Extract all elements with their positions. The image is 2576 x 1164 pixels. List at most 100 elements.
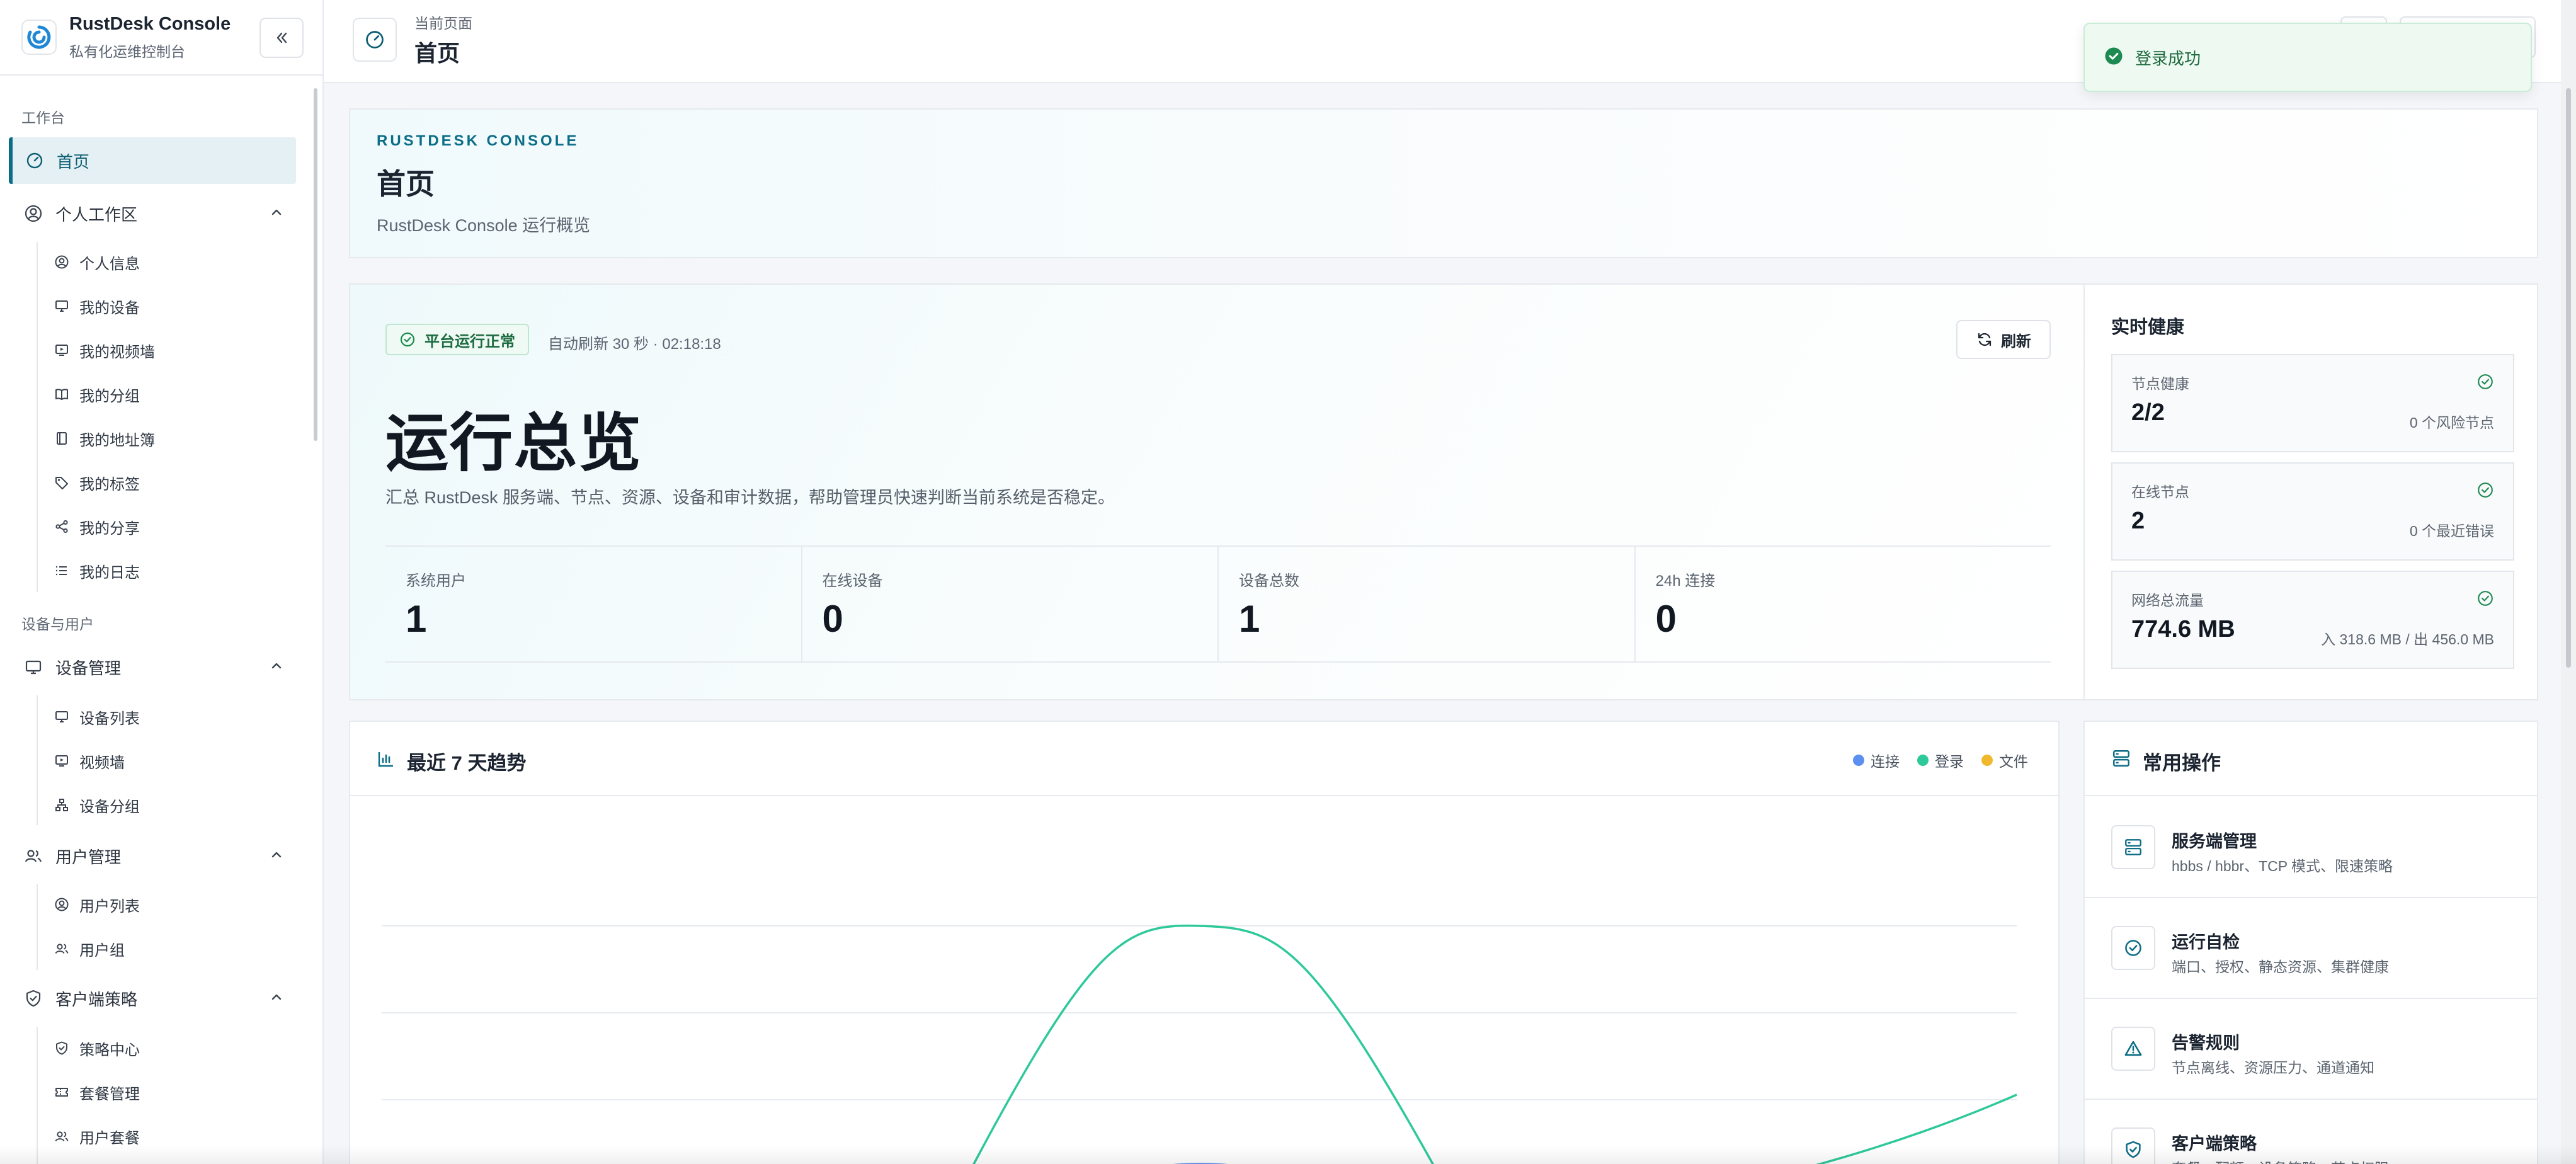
brand-header: RustDesk Console 私有化运维控制台 — [0, 0, 322, 76]
stat-value: 1 — [406, 598, 427, 640]
trend-header: 最近 7 天趋势 连接 登录 文件 — [350, 722, 2058, 796]
legend-label: 连接 — [1871, 753, 1900, 770]
sub-item-policy-center[interactable]: 策略中心 — [53, 1029, 140, 1067]
legend-item-connections[interactable]: 连接 — [1853, 750, 1900, 771]
nav-item-home[interactable]: 首页 — [9, 137, 296, 184]
sub-item-device-list[interactable]: 设备列表 — [53, 698, 140, 736]
sub-item-profile[interactable]: 个人信息 — [53, 243, 140, 281]
server-icon — [2111, 825, 2155, 869]
page-scrollbar[interactable] — [2561, 0, 2576, 1164]
sub-item-my-shares[interactable]: 我的分享 — [53, 508, 140, 545]
nav-group-client-policy[interactable]: 客户端策略 — [9, 975, 296, 1022]
check-circle-icon — [399, 331, 416, 348]
quick-actions-title: 常用操作 — [2143, 752, 2221, 774]
shield-check-icon — [53, 1039, 71, 1057]
users-icon — [53, 1127, 71, 1145]
sub-item-label: 视频墙 — [79, 754, 125, 772]
action-client-policy[interactable]: 客户端策略 套餐、配额、设备策略、节点权限 — [2085, 1100, 2537, 1164]
brand-title: RustDesk Console — [69, 13, 231, 34]
user-circle-icon — [53, 896, 71, 913]
chart-legend: 连接 登录 文件 — [1835, 750, 2028, 771]
sub-item-label: 我的标签 — [79, 476, 140, 493]
legend-item-files[interactable]: 文件 — [1981, 750, 2028, 771]
sub-item-my-addressbook[interactable]: 我的地址簿 — [53, 419, 155, 457]
series-line-logins-tail — [1816, 1093, 2017, 1164]
success-toast: 登录成功 — [2083, 23, 2532, 92]
sub-item-user-packages[interactable]: 用户套餐 — [53, 1117, 140, 1155]
legend-swatch — [1853, 755, 1864, 766]
sidebar-scrollbar[interactable] — [314, 88, 317, 441]
overview-panel: 平台运行正常 自动刷新 30 秒 · 02:18:18 刷新 运行总览 汇总 R… — [349, 283, 2085, 700]
sub-item-videowall[interactable]: 视频墙 — [53, 742, 125, 780]
sub-item-user-list[interactable]: 用户列表 — [53, 886, 140, 923]
action-name: 运行自检 — [2172, 933, 2240, 952]
overview-description: 汇总 RustDesk 服务端、节点、资源、设备和审计数据，帮助管理员快速判断当… — [385, 488, 1115, 507]
series-line-logins — [972, 924, 1434, 1164]
action-description: hbbs / hbbr、TCP 模式、限速策略 — [2172, 858, 2393, 874]
sub-item-my-tags[interactable]: 我的标签 — [53, 464, 140, 501]
health-note: 0 个最近错误 — [2409, 523, 2494, 539]
sub-item-label: 个人信息 — [79, 255, 140, 273]
sub-item-label: 设备列表 — [79, 710, 140, 728]
action-description: 端口、授权、静态资源、集群健康 — [2172, 959, 2389, 975]
sub-item-label: 我的地址簿 — [79, 431, 155, 449]
nav-group-user-mgmt[interactable]: 用户管理 — [9, 833, 296, 879]
check-circle-icon — [2476, 590, 2494, 607]
status-badge: 平台运行正常 — [385, 324, 529, 355]
submenu-guide-line — [37, 884, 38, 970]
brand-subtitle: 私有化运维控制台 — [69, 43, 185, 60]
sub-item-my-logs[interactable]: 我的日志 — [53, 552, 140, 590]
check-circle-icon — [2476, 481, 2494, 499]
chevron-up-icon — [271, 994, 282, 1000]
stat-label: 在线设备 — [822, 573, 883, 590]
sub-item-label: 用户组 — [79, 942, 125, 959]
trend-line-chart — [382, 924, 2017, 1164]
overview-title: 运行总览 — [385, 408, 642, 479]
refresh-button[interactable]: 刷新 — [1956, 320, 2051, 359]
nav-group-personal[interactable]: 个人工作区 — [9, 190, 296, 237]
address-book-icon — [53, 430, 71, 447]
shield-check-icon — [2111, 1127, 2155, 1164]
sub-item-label: 我的视频墙 — [79, 343, 155, 361]
sub-item-my-groups[interactable]: 我的分组 — [53, 375, 140, 413]
sub-item-label: 用户列表 — [79, 898, 140, 915]
action-server-mgmt[interactable]: 服务端管理 hbbs / hbbr、TCP 模式、限速策略 — [2085, 797, 2537, 898]
sub-item-label: 我的设备 — [79, 299, 140, 317]
legend-item-logins[interactable]: 登录 — [1917, 750, 1964, 771]
users-icon — [23, 845, 44, 867]
sub-item-label: 我的日志 — [79, 564, 140, 581]
user-circle-icon — [53, 253, 71, 271]
health-note: 0 个风险节点 — [2409, 414, 2494, 431]
sub-item-my-devices[interactable]: 我的设备 — [53, 287, 140, 325]
health-label: 在线节点 — [2131, 484, 2189, 500]
book-open-icon — [53, 385, 71, 403]
action-name: 服务端管理 — [2172, 832, 2257, 851]
stat-value: 0 — [822, 598, 843, 640]
legend-label: 文件 — [1999, 753, 2028, 770]
chevron-up-icon — [271, 209, 282, 215]
action-alert-rules[interactable]: 告警规则 节点离线、资源压力、通道通知 — [2085, 999, 2537, 1100]
hierarchy-icon — [53, 796, 71, 814]
stat-label: 设备总数 — [1239, 573, 1299, 590]
submenu-guide-line — [37, 1027, 38, 1164]
sub-item-label: 我的分享 — [79, 520, 140, 537]
video-screen-icon — [53, 341, 71, 359]
user-circle-icon — [23, 203, 44, 224]
action-self-check[interactable]: 运行自检 端口、授权、静态资源、集群健康 — [2085, 898, 2537, 999]
sub-item-user-groups[interactable]: 用户组 — [53, 930, 125, 967]
sub-item-label: 用户套餐 — [79, 1129, 140, 1147]
submenu-guide-line — [37, 695, 38, 825]
stat-label: 系统用户 — [406, 573, 466, 590]
toast-message: 登录成功 — [2135, 48, 2201, 68]
sub-item-device-groups[interactable]: 设备分组 — [53, 786, 140, 824]
health-note: 入 318.6 MB / 出 456.0 MB — [2321, 631, 2494, 648]
page-scrollbar-thumb[interactable] — [2566, 88, 2571, 668]
collapse-sidebar-button[interactable] — [259, 18, 304, 58]
quick-actions-header: 常用操作 — [2085, 722, 2537, 796]
shield-check-icon — [23, 988, 44, 1009]
nav-group-device-mgmt[interactable]: 设备管理 — [9, 644, 296, 690]
double-chevron-left-icon — [276, 32, 287, 43]
sub-item-package-mgmt[interactable]: 套餐管理 — [53, 1073, 140, 1111]
sub-item-my-videowall[interactable]: 我的视频墙 — [53, 331, 155, 369]
stat-online-devices: 在线设备 0 — [802, 547, 1219, 661]
